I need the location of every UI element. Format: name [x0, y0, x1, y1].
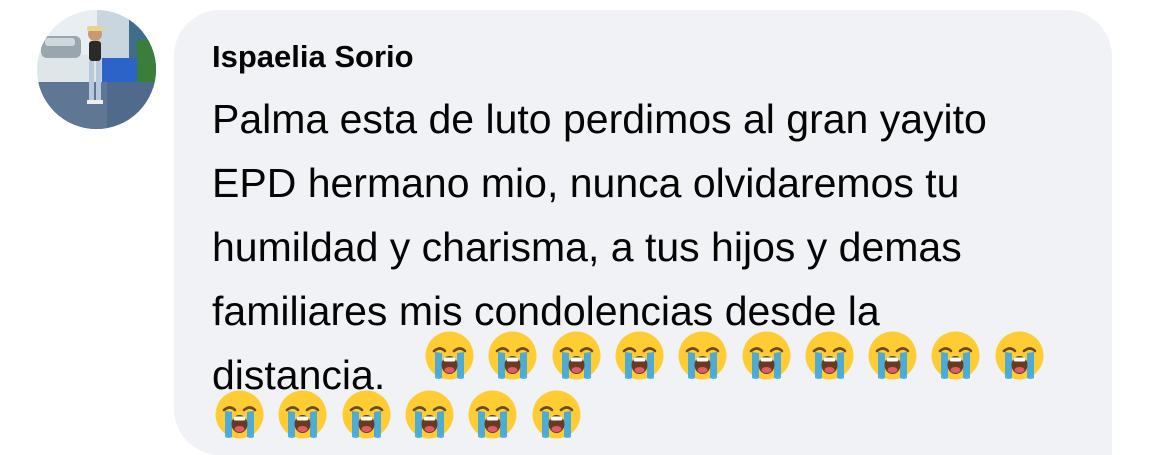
loudly-crying-face-icon	[614, 330, 665, 381]
loudly-crying-face-icon	[531, 389, 582, 440]
loudly-crying-face-icon	[867, 330, 918, 381]
loudly-crying-face-icon	[487, 330, 538, 381]
loudly-crying-face-icon	[930, 330, 981, 381]
loudly-crying-face-icon	[214, 389, 265, 440]
loudly-crying-face-icon	[994, 330, 1045, 381]
loudly-crying-face-icon	[424, 330, 475, 381]
avatar[interactable]	[37, 10, 156, 129]
loudly-crying-face-icon	[677, 330, 728, 381]
loudly-crying-face-icon	[467, 389, 518, 440]
author-name[interactable]: Ispaelia Sorio	[212, 38, 1082, 76]
loudly-crying-face-icon	[741, 330, 792, 381]
loudly-crying-face-icon	[404, 389, 455, 440]
avatar-photo	[37, 10, 156, 129]
loudly-crying-face-icon	[551, 330, 602, 381]
comment-container: Ispaelia Sorio Palma esta de luto perdim…	[0, 0, 1170, 455]
loudly-crying-face-icon	[341, 389, 392, 440]
loudly-crying-face-icon	[277, 389, 328, 440]
loudly-crying-face-icon	[804, 330, 855, 381]
